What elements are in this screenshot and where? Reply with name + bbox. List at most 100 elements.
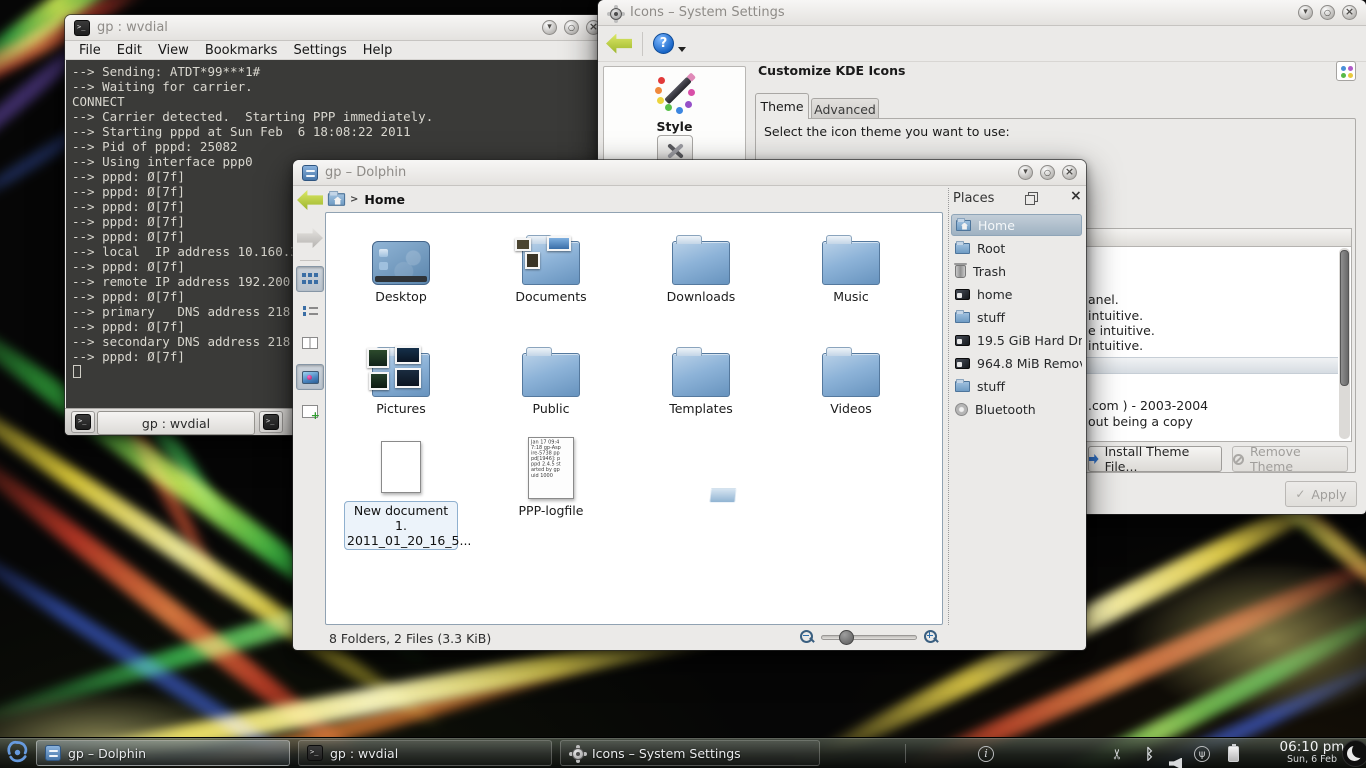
scrollbar[interactable]: [1339, 248, 1350, 439]
menu-settings[interactable]: Settings: [285, 43, 354, 58]
tab-advanced[interactable]: Advanced: [811, 98, 879, 119]
new-tab-button[interactable]: [71, 411, 95, 433]
back-button[interactable]: [606, 34, 632, 54]
device-notifier-tray-icon[interactable]: [1194, 738, 1210, 768]
usb-icon: [1194, 746, 1210, 762]
menu-view[interactable]: View: [150, 43, 197, 58]
scrollbar-thumb[interactable]: [1340, 250, 1349, 386]
places-item-trash[interactable]: Trash: [951, 260, 1082, 282]
scissors-icon: ✂: [1110, 748, 1126, 760]
folder-item-templates[interactable]: Templates: [641, 331, 761, 416]
columns-view-button[interactable]: [296, 330, 324, 356]
folder-label: Desktop: [341, 289, 461, 304]
places-item-home-partition[interactable]: home: [951, 283, 1082, 305]
menu-edit[interactable]: Edit: [109, 43, 150, 58]
klipper-tray-icon[interactable]: ✂: [1112, 738, 1124, 768]
maximize-button[interactable]: [1320, 5, 1335, 20]
folder-label: Public: [491, 401, 611, 416]
sidebar-item-style[interactable]: Style: [604, 73, 745, 134]
places-item-bluetooth[interactable]: Bluetooth: [951, 398, 1082, 420]
forward-button[interactable]: [296, 228, 324, 248]
remove-theme-button[interactable]: Remove Theme: [1232, 446, 1348, 472]
close-button[interactable]: [1062, 165, 1077, 180]
folder-view[interactable]: Desktop Documents Downloads Music: [325, 212, 943, 625]
apply-button[interactable]: ✓ Apply: [1285, 481, 1357, 507]
places-header: Places: [953, 191, 994, 206]
minimize-button[interactable]: [1298, 5, 1313, 20]
back-button[interactable]: [296, 190, 324, 210]
places-item-home[interactable]: Home: [951, 214, 1082, 236]
close-button[interactable]: [1342, 5, 1357, 20]
folder-item-downloads[interactable]: Downloads: [641, 219, 761, 304]
bluetooth-icon: ᛒ: [1145, 745, 1154, 763]
home-folder-icon[interactable]: [328, 193, 345, 206]
terminal-task-icon: [307, 745, 323, 761]
float-panel-icon[interactable]: [1024, 191, 1038, 205]
konsole-titlebar[interactable]: gp : wvdial: [65, 15, 610, 41]
zoom-slider-handle[interactable]: [839, 630, 854, 645]
notifications-tray-icon[interactable]: [978, 738, 994, 768]
panel-toolbox-cashew[interactable]: [1342, 740, 1366, 767]
task-label: gp : wvdial: [330, 746, 398, 761]
volume-tray-icon[interactable]: [1169, 748, 1182, 768]
folder-item-public[interactable]: Public: [491, 331, 611, 416]
terminal-window-icon: [74, 20, 90, 36]
videos-folder-icon: [822, 353, 880, 397]
places-item-removable[interactable]: 964.8 MiB Remov...: [951, 352, 1082, 374]
folder-item-music[interactable]: Music: [791, 219, 911, 304]
folder-item-pictures[interactable]: Pictures: [341, 331, 461, 416]
konsole-title: gp : wvdial: [97, 20, 168, 35]
file-item-new-document[interactable]: [341, 435, 461, 493]
details-view-button[interactable]: [296, 298, 324, 324]
konsole-tab[interactable]: gp : wvdial: [97, 411, 255, 435]
columns-view-icon: [302, 337, 318, 349]
places-item-hard-drive[interactable]: 19.5 GiB Hard Drive: [951, 329, 1082, 351]
folder-label: Downloads: [641, 289, 761, 304]
maximize-button[interactable]: [564, 20, 579, 35]
removable-drive-icon: [955, 358, 970, 369]
folder-item-documents[interactable]: Documents: [491, 219, 611, 304]
minimize-button[interactable]: [542, 20, 557, 35]
folder-item-desktop[interactable]: Desktop: [341, 219, 461, 304]
zoom-in-icon[interactable]: [924, 630, 938, 644]
split-view-button[interactable]: [296, 398, 324, 424]
preview-button[interactable]: [296, 364, 324, 390]
forward-icon: [297, 228, 323, 248]
minimize-button[interactable]: [1018, 165, 1033, 180]
app-launcher-button[interactable]: [2, 738, 33, 767]
zoom-out-icon[interactable]: [800, 630, 814, 644]
selected-file-label[interactable]: New document 1. 2011_01_20_16_5...: [344, 501, 458, 550]
places-label: stuff: [977, 379, 1005, 394]
help-button[interactable]: [653, 33, 674, 54]
theme-description-fragment: intuitive.: [1088, 338, 1143, 353]
bluetooth-tray-icon[interactable]: ᛒ: [1145, 738, 1154, 768]
places-item-root[interactable]: Root: [951, 237, 1082, 259]
help-dropdown-arrow[interactable]: [678, 47, 686, 52]
tab-theme[interactable]: Theme: [755, 93, 809, 119]
dolphin-window: gp – Dolphin > Home Desktop: [293, 160, 1086, 650]
file-item-ppp-logfile[interactable]: Jan 17 09:4 7:18 gp-Asp ire-5738 pp pd[1…: [491, 433, 611, 518]
taskbar-task-dolphin[interactable]: gp – Dolphin: [36, 740, 290, 766]
taskbar-task-system-settings[interactable]: Icons – System Settings: [560, 740, 820, 766]
maximize-button[interactable]: [1040, 165, 1055, 180]
taskbar-task-konsole[interactable]: gp : wvdial: [298, 740, 552, 766]
close-panel-icon[interactable]: [1068, 191, 1082, 205]
menu-help[interactable]: Help: [355, 43, 401, 58]
places-item-stuff2[interactable]: stuff: [951, 375, 1082, 397]
info-icon: [978, 746, 994, 762]
dolphin-titlebar[interactable]: gp – Dolphin: [293, 160, 1086, 186]
folder-item-videos[interactable]: Videos: [791, 331, 911, 416]
battery-tray-icon[interactable]: [1228, 738, 1239, 768]
menu-file[interactable]: File: [71, 43, 109, 58]
zoom-slider-track[interactable]: [821, 635, 917, 640]
breadcrumb-home[interactable]: Home: [364, 192, 405, 207]
menu-bookmarks[interactable]: Bookmarks: [197, 43, 286, 58]
places-item-stuff[interactable]: stuff: [951, 306, 1082, 328]
install-theme-button[interactable]: Install Theme File...: [1088, 446, 1222, 472]
digital-clock[interactable]: 06:10 pm Sun, 6 Feb: [1278, 740, 1346, 765]
apply-label: Apply: [1311, 487, 1346, 502]
tray-separator: [905, 744, 906, 763]
tab-list-button[interactable]: [259, 411, 283, 433]
icons-view-button[interactable]: [296, 266, 324, 292]
system-settings-titlebar[interactable]: Icons – System Settings: [598, 0, 1366, 26]
